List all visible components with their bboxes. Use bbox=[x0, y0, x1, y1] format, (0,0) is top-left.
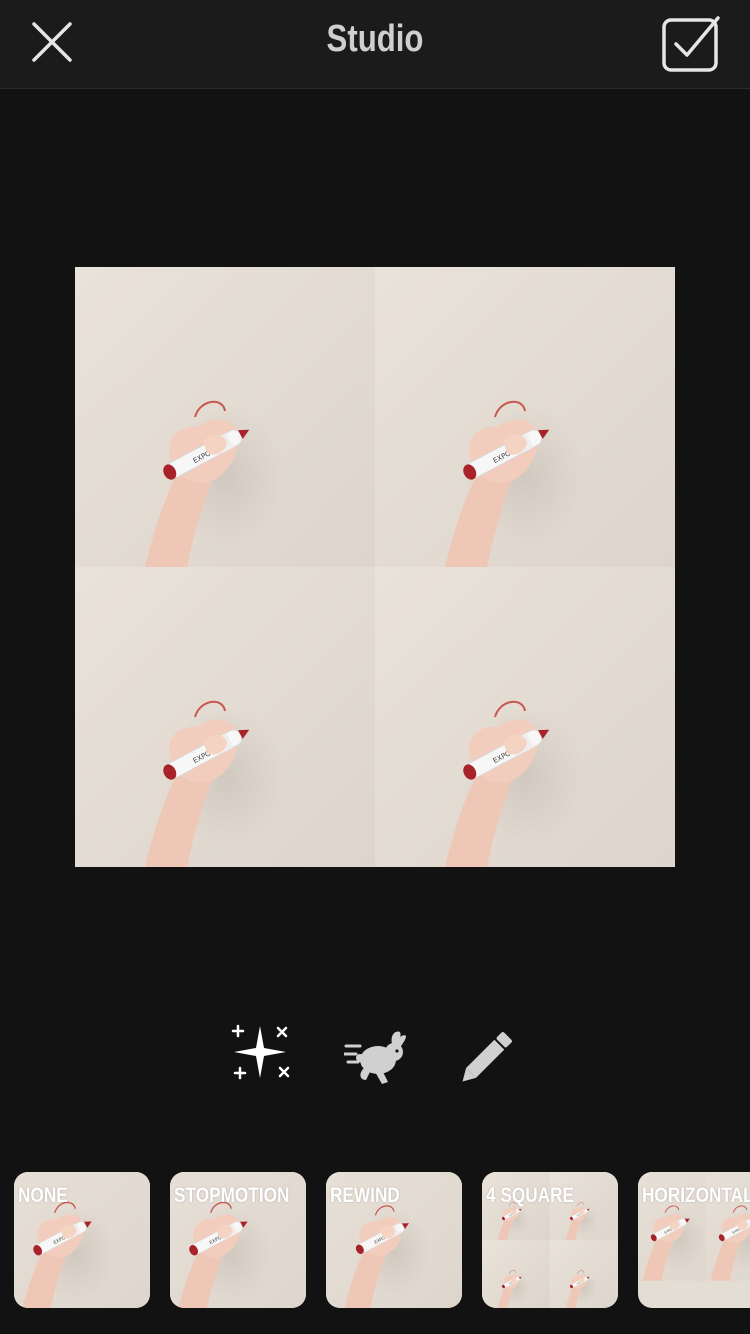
filter-strip[interactable]: NONE STOPMOTION REWIND 4 SQUARE HORIZONT… bbox=[0, 1172, 750, 1310]
preview-quadrant bbox=[75, 567, 375, 867]
speed-button[interactable] bbox=[342, 1022, 408, 1094]
filter-label: HORIZONTAL bbox=[642, 1184, 750, 1207]
filter-stopmotion[interactable]: STOPMOTION bbox=[170, 1172, 306, 1308]
sparkle-icon bbox=[231, 1024, 290, 1080]
filter-rewind[interactable]: REWIND bbox=[326, 1172, 462, 1308]
pencil-icon bbox=[462, 1032, 512, 1082]
filter-label: REWIND bbox=[330, 1184, 400, 1207]
video-preview-4-square[interactable] bbox=[75, 267, 675, 867]
filter-label: STOPMOTION bbox=[174, 1184, 290, 1207]
rabbit-icon bbox=[342, 1031, 406, 1084]
effects-button[interactable] bbox=[230, 1022, 294, 1094]
filter-none[interactable]: NONE bbox=[14, 1172, 150, 1308]
thumbnail-image bbox=[550, 1240, 618, 1308]
top-bar: Studio bbox=[0, 0, 750, 89]
filter-label: 4 SQUARE bbox=[486, 1184, 575, 1207]
studio-screen: Studio NONE STOPMOTION REWIND 4 SQUARE H… bbox=[0, 0, 750, 1334]
thumbnail-image bbox=[482, 1240, 550, 1308]
page-title: Studio bbox=[326, 18, 424, 60]
preview-quadrant bbox=[375, 267, 675, 567]
draw-button[interactable] bbox=[456, 1022, 520, 1094]
done-button[interactable] bbox=[660, 14, 722, 74]
tool-row bbox=[0, 1022, 750, 1094]
preview-quadrant bbox=[375, 567, 675, 867]
check-square-icon bbox=[662, 16, 720, 72]
filter-horizontal[interactable]: HORIZONTAL bbox=[638, 1172, 750, 1308]
filter-4-square[interactable]: 4 SQUARE bbox=[482, 1172, 618, 1308]
preview-quadrant bbox=[75, 267, 375, 567]
filter-label: NONE bbox=[18, 1184, 68, 1207]
